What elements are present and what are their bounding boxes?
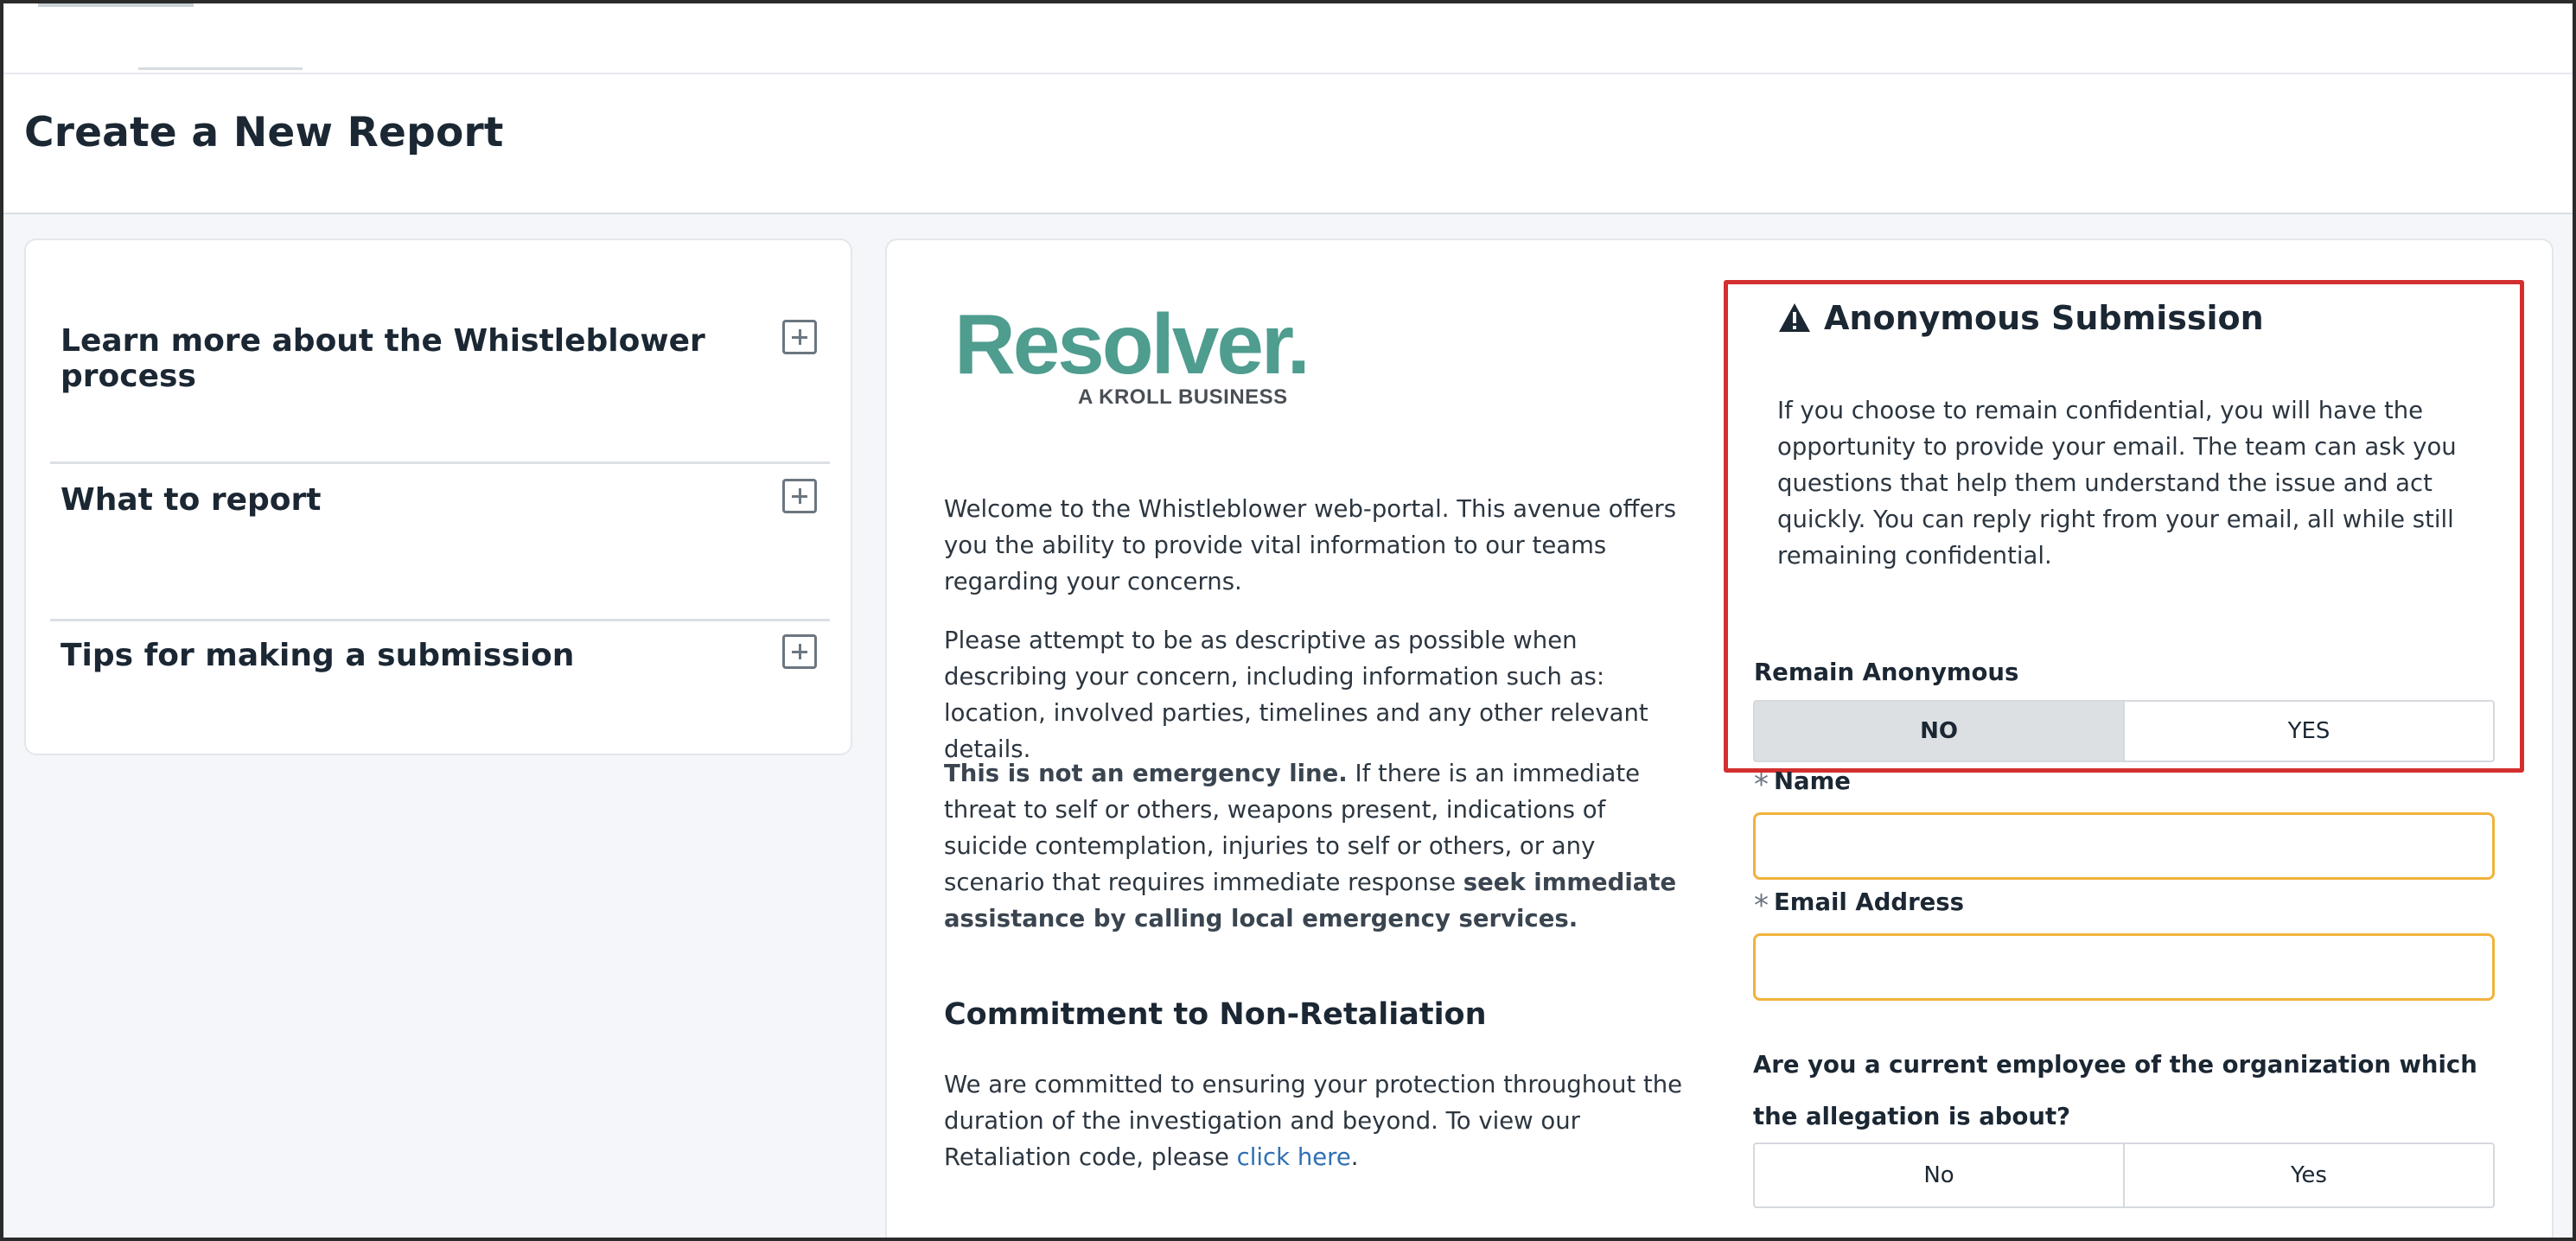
breadcrumb	[138, 67, 303, 70]
email-input[interactable]	[1753, 933, 2495, 1001]
intro-welcome: Welcome to the Whistleblower web-portal.…	[944, 495, 1677, 595]
name-label-text: Name	[1774, 767, 1851, 795]
retaliation-heading: Commitment to Non-Retaliation	[944, 997, 1487, 1032]
info-accordion: Learn more about the Whistleblower proce…	[24, 239, 852, 755]
remain-anonymous-toggle: NO YES	[1753, 700, 2495, 762]
accordion-item-label: Learn more about the Whistleblower proce…	[61, 323, 705, 394]
name-label: * Name	[1754, 767, 1851, 802]
accordion-item-label: Tips for making a submission	[61, 638, 575, 673]
required-marker: *	[1754, 888, 1769, 923]
email-label: * Email Address	[1754, 888, 1964, 923]
required-marker: *	[1754, 767, 1769, 802]
accordion-item-what-to-report[interactable]: What to report	[61, 479, 817, 518]
top-navbar	[3, 3, 2573, 74]
page-header: Create a New Report	[3, 74, 2573, 214]
employee-yes-option[interactable]: Yes	[2123, 1144, 2493, 1206]
anonymous-title-text: Anonymous Submission	[1824, 299, 2264, 337]
emergency-notice: This is not an emergency line. If there …	[944, 755, 1687, 937]
retaliation-link[interactable]: click here	[1237, 1143, 1351, 1171]
warning-icon	[1777, 302, 1812, 334]
divider	[50, 461, 830, 464]
tab-strip	[38, 3, 194, 7]
page-title: Create a New Report	[24, 109, 504, 156]
retaliation-end: .	[1350, 1143, 1359, 1171]
accordion-item-label: What to report	[61, 482, 322, 518]
accordion-item-tips[interactable]: Tips for making a submission	[61, 634, 817, 673]
employee-no-option[interactable]: No	[1755, 1144, 2123, 1206]
logo-subtext: A KROLL BUSINESS	[1078, 385, 1288, 409]
remain-anonymous-label: Remain Anonymous	[1754, 659, 2019, 686]
anonymous-no-option[interactable]: NO	[1755, 702, 2123, 761]
retaliation-text: We are committed to ensuring your protec…	[944, 1066, 1687, 1175]
anonymous-yes-option[interactable]: YES	[2123, 702, 2493, 761]
expand-plus-icon[interactable]	[782, 634, 817, 669]
email-label-text: Email Address	[1774, 888, 1965, 916]
expand-plus-icon[interactable]	[782, 479, 817, 513]
emergency-bold: This is not an emergency line.	[944, 760, 1348, 787]
employee-question: Are you a current employee of the organi…	[1753, 1051, 2477, 1130]
divider	[50, 619, 830, 621]
anonymous-title: Anonymous Submission	[1777, 299, 2264, 337]
anonymous-description: If you choose to remain confidential, yo…	[1777, 397, 2457, 570]
name-input[interactable]	[1753, 812, 2495, 880]
employee-toggle: No Yes	[1753, 1142, 2495, 1208]
resolver-logo: Resolver. A KROLL BUSINESS	[944, 296, 1310, 417]
logo-wordmark: Resolver.	[954, 296, 1310, 391]
app-window: Create a New Report Learn more about the…	[0, 0, 2576, 1241]
expand-plus-icon[interactable]	[782, 320, 817, 354]
accordion-item-process[interactable]: Learn more about the Whistleblower proce…	[61, 320, 817, 394]
intro-descriptive: Please attempt to be as descriptive as p…	[944, 627, 1648, 763]
